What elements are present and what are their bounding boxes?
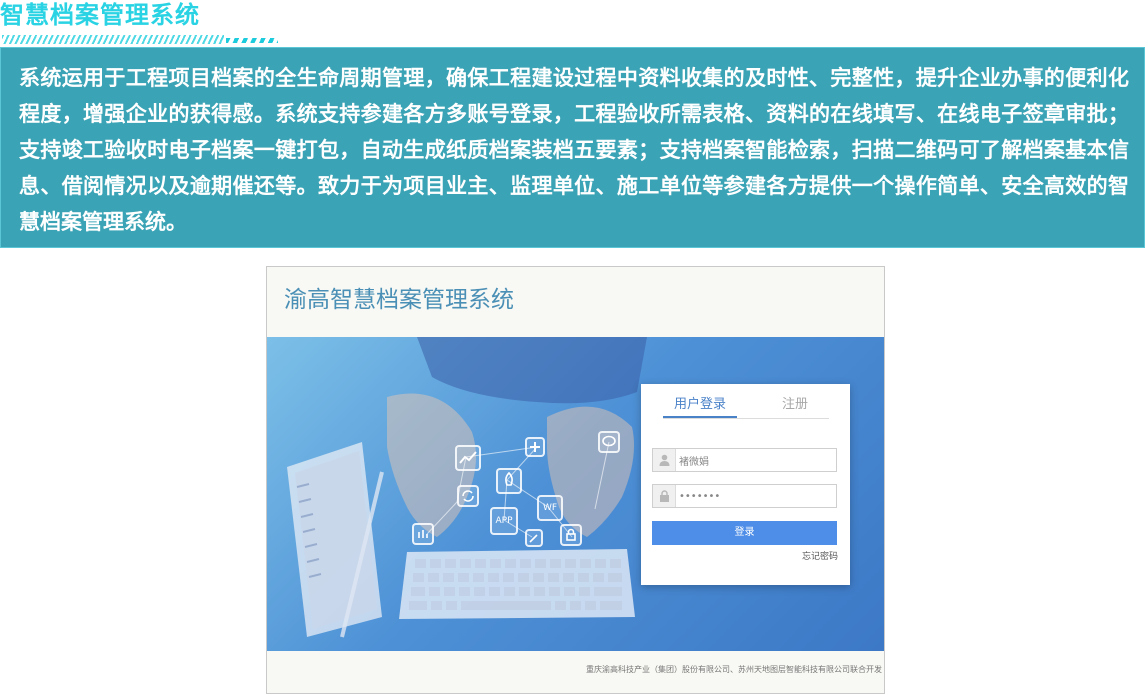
hero-banner: APP WF 用户登录 注册 褚微娟 ••••••• 登录 忘记密码 [267, 337, 884, 651]
password-field[interactable] [652, 484, 837, 508]
decorative-stripe [2, 35, 224, 44]
user-icon [653, 449, 676, 471]
app-header: 渝高智慧档案管理系统 [267, 267, 884, 337]
login-screenshot: 渝高智慧档案管理系统 APP WF 用户登录 注册 褚微娟 ••••••• 登录… [266, 266, 885, 694]
app-footer: 重庆渝高科技产业（集团）股份有限公司、苏州天地图层智能科技有限公司联合开发 [267, 651, 884, 693]
refresh-icon [457, 485, 479, 507]
app-title: 渝高智慧档案管理系统 [284, 287, 514, 313]
login-card: 用户登录 注册 登录 忘记密码 [641, 384, 850, 585]
pen-icon [525, 529, 543, 547]
description-text: 系统运用于工程项目档案的全生命周期管理，确保工程建设过程中资料收集的及时性、完整… [19, 66, 1129, 234]
username-field[interactable] [652, 448, 837, 472]
lock-icon [653, 485, 676, 507]
network-icon [412, 523, 434, 545]
lock-app-icon [560, 524, 582, 546]
medical-icon [525, 437, 545, 457]
app-badge: APP [490, 507, 518, 535]
decorative-dashes [226, 38, 278, 43]
password-input[interactable] [679, 487, 829, 505]
forgot-password-link[interactable]: 忘记密码 [802, 550, 838, 564]
chart-icon [455, 445, 481, 471]
tab-register[interactable]: 注册 [775, 394, 815, 416]
username-input[interactable] [679, 451, 829, 469]
login-button[interactable]: 登录 [652, 521, 837, 545]
login-tabs: 用户登录 注册 [663, 392, 829, 419]
rocket-icon [496, 468, 522, 494]
wf-badge: WF [537, 495, 563, 521]
footer-copyright: 重庆渝高科技产业（集团）股份有限公司、苏州天地图层智能科技有限公司联合开发 [586, 665, 882, 674]
page-title: 智慧档案管理系统 [0, 1, 200, 29]
tab-user-login[interactable]: 用户登录 [663, 394, 737, 418]
chat-icon [598, 431, 620, 453]
description-panel: 系统运用于工程项目档案的全生命周期管理，确保工程建设过程中资料收集的及时性、完整… [0, 47, 1145, 248]
